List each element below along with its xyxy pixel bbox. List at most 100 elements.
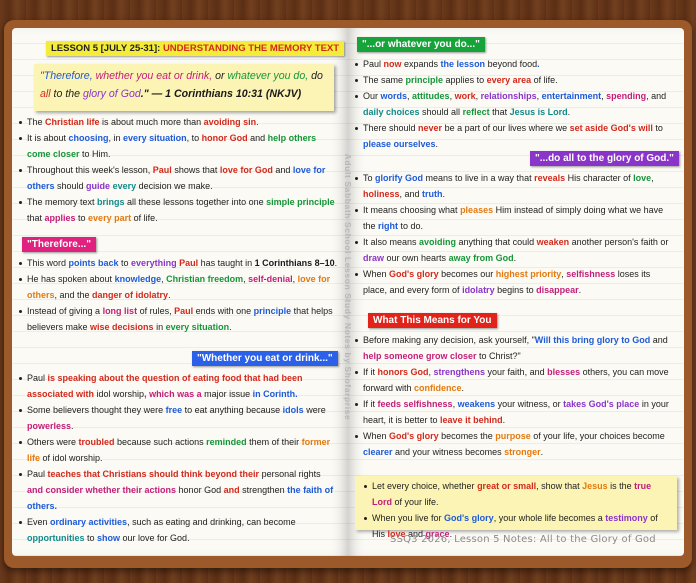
bullet-text: expands — [404, 59, 439, 69]
bullet-text: . — [578, 285, 582, 295]
bullet-item: It also means avoiding anything that cou… — [354, 234, 676, 266]
bullet-text: and — [650, 335, 668, 345]
quote-part: do — [308, 70, 323, 82]
bullet-item: To glorify God means to live in a way th… — [354, 170, 676, 202]
highlight-term: draw — [363, 253, 385, 263]
highlight-term: weaken — [536, 237, 570, 247]
bullet-item: The Christian life is about much more th… — [18, 114, 338, 130]
highlight-term: leave it behind — [440, 415, 503, 425]
highlight-term: attitudes — [412, 91, 450, 101]
bullet-text: To — [363, 173, 376, 183]
quote-part: whether you eat or drink, — [95, 70, 213, 82]
bullet-text: When — [363, 431, 390, 441]
summary-bullets: Let every choice, whether great or small… — [363, 478, 673, 542]
bullet-item: Let every choice, whether great or small… — [363, 478, 673, 510]
bullet-text: , such as eating and drinking, can becom… — [127, 517, 296, 527]
bullet-text: If it — [363, 367, 378, 377]
highlight-term: God's glory — [444, 513, 494, 523]
highlight-term: every situation — [165, 322, 230, 332]
quote-part: to the — [50, 88, 84, 100]
highlight-term: avoiding — [419, 237, 457, 247]
bullet-text: . — [334, 258, 338, 268]
highlight-term: everything — [131, 258, 177, 268]
means-bullets: Before making any decision, ask yourself… — [354, 332, 676, 460]
highlight-term: holiness — [363, 189, 400, 199]
highlight-term: God's glory — [389, 431, 439, 441]
highlight-term: stronger — [504, 447, 541, 457]
highlight-term: Paul — [174, 306, 194, 316]
bullet-text: . — [256, 117, 259, 127]
bullet-text: . — [435, 139, 439, 149]
bullet-text: There should — [363, 123, 419, 133]
bullet-text: Before making any decision, ask yourself… — [363, 335, 535, 345]
bullet-item: The same principle applies to every area… — [354, 72, 676, 88]
bullet-item: Even ordinary activities, such as eating… — [18, 514, 338, 546]
bullet-item: When God's glory becomes the purpose of … — [354, 428, 676, 460]
bullet-text: of your life. — [392, 497, 439, 507]
bullet-text: to eat anything because — [182, 405, 283, 415]
bullet-text: This word — [27, 258, 69, 268]
quote-citation: ." — 1 Corinthians 10:31 (NKJV) — [140, 88, 302, 100]
bullet-text: When — [363, 269, 390, 279]
bullet-item: Paul is speaking about the question of e… — [18, 370, 338, 402]
bullet-item: If it feeds selfishness, weakens your wi… — [354, 396, 676, 428]
bullet-text: The same — [363, 75, 406, 85]
bullet-text: beyond food — [487, 59, 538, 69]
bullet-text: . — [168, 290, 171, 300]
highlight-term: choosing — [68, 133, 109, 143]
summary-sticky-note: Let every choice, whether great or small… — [355, 476, 677, 539]
highlight-term: opportunities — [27, 533, 85, 543]
eat-drink-bullets: Paul is speaking about the question of e… — [18, 370, 338, 546]
highlight-term: reflect — [462, 107, 490, 117]
bullet-item: Others were troubled because such action… — [18, 434, 338, 466]
highlight-term: guide — [86, 181, 111, 191]
bullet-text: Our — [363, 91, 381, 101]
highlight-term: ordinary activities — [50, 517, 128, 527]
highlight-term: and — [221, 485, 243, 495]
lesson-title-label: LESSON 5 [JULY 25-31]: — [51, 43, 163, 54]
bullet-text: and — [272, 165, 293, 175]
bullet-text: . — [502, 415, 506, 425]
bullet-text: decision we make. — [136, 181, 213, 191]
highlight-term: set aside God's will — [569, 123, 653, 133]
bullet-text: your witness, or — [495, 399, 564, 409]
highlight-term: every part — [88, 213, 132, 223]
bullet-text: of idol worship. — [40, 453, 103, 463]
glory-heading: "...do all to the glory of God." — [530, 151, 679, 166]
highlight-term: feeds selfishness — [377, 399, 453, 409]
bullet-text: . — [442, 189, 446, 199]
highlight-term: work — [454, 91, 476, 101]
bullet-text: He has spoken about — [27, 274, 115, 284]
bullet-text: to — [84, 533, 98, 543]
quote-part: or — [212, 70, 228, 82]
highlight-term: principle — [405, 75, 444, 85]
bullet-text: be a part of our lives where we — [442, 123, 570, 133]
bullet-text: , to — [186, 133, 202, 143]
bullet-text: is the — [607, 481, 635, 491]
highlight-term: Christian life — [45, 117, 100, 127]
highlight-term: self-denial — [248, 274, 293, 284]
bullet-text: of rules, — [137, 306, 175, 316]
highlight-term: confidence — [414, 383, 462, 393]
highlight-term: points back — [68, 258, 119, 268]
highlight-term: God's glory — [389, 269, 439, 279]
bullet-text: ends with one — [193, 306, 254, 316]
bullet-text: idol worship — [96, 389, 145, 399]
bullet-text: because such actions — [114, 437, 207, 447]
bullet-text: It also means — [363, 237, 420, 247]
bullet-text: , — [651, 173, 654, 183]
highlight-term: troubled — [78, 437, 115, 447]
bullet-text: applies to — [443, 75, 487, 85]
highlight-term: , which was a — [144, 389, 205, 399]
highlight-term: danger of idolatry — [92, 290, 169, 300]
highlight-term: highest priority — [495, 269, 562, 279]
bullet-text: should all — [419, 107, 463, 117]
bullet-text: , and — [399, 189, 423, 199]
bullet-text: If it — [363, 399, 378, 409]
bullet-text: were — [303, 405, 326, 415]
therefore-bullets: This word points back to everything Paul… — [18, 255, 338, 335]
highlight-term: avoiding sin — [203, 117, 257, 127]
bullet-text: and — [247, 133, 268, 143]
whatever-bullets: Paul now expands the lesson beyond food.… — [354, 56, 676, 152]
bullet-item: He has spoken about knowledge, Christian… — [18, 271, 338, 303]
